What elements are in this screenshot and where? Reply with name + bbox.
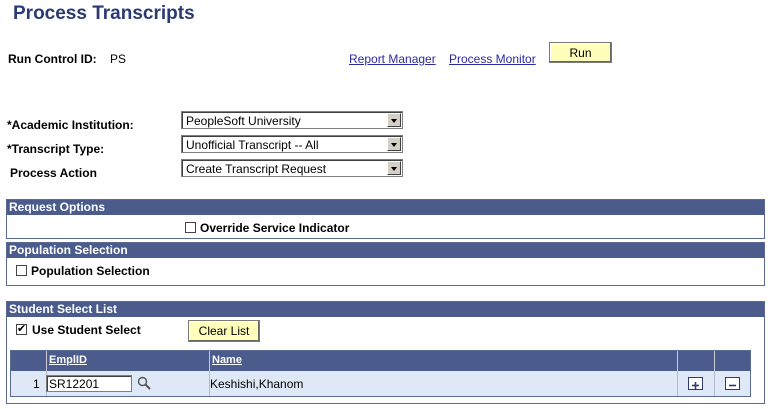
add-column-header — [677, 351, 714, 371]
emplid-column-header[interactable]: EmplID — [46, 351, 209, 371]
minus-icon — [729, 384, 736, 387]
academic-institution-select[interactable]: PeopleSoft University — [181, 111, 403, 129]
chevron-down-icon — [387, 113, 401, 127]
process-action-select[interactable]: Create Transcript Request — [181, 159, 403, 177]
remove-column-header — [714, 351, 751, 371]
academic-institution-label: *Academic Institution: — [7, 118, 134, 132]
grid-header: EmplID Name — [11, 351, 750, 371]
request-options-header: Request Options — [7, 200, 764, 215]
clear-list-button[interactable]: Clear List — [188, 320, 260, 342]
remove-row-button[interactable] — [725, 377, 740, 390]
magnifier-icon[interactable] — [137, 376, 151, 390]
run-button[interactable]: Run — [549, 42, 612, 63]
academic-institution-value: PeopleSoft University — [186, 114, 301, 128]
population-selection-header: Population Selection — [7, 243, 764, 258]
name-column-title: Name — [212, 354, 242, 366]
run-control-value: PS — [110, 52, 127, 66]
emplid-column-title: EmplID — [49, 354, 87, 366]
population-selection-checkbox[interactable] — [16, 265, 27, 276]
process-action-value: Create Transcript Request — [186, 162, 327, 176]
override-service-indicator-checkbox[interactable] — [185, 222, 196, 233]
table-row: 1 Keshishi,Khanom — [11, 371, 750, 396]
transcript-type-value: Unofficial Transcript -- All — [186, 138, 319, 152]
run-control-label: Run Control ID: — [8, 52, 97, 66]
student-name: Keshishi,Khanom — [210, 377, 304, 391]
process-transcripts-page: Process Transcripts Run Control ID: PS R… — [0, 0, 770, 409]
transcript-type-label: *Transcript Type: — [7, 142, 105, 156]
plus-icon — [692, 382, 699, 389]
report-manager-link[interactable]: Report Manager — [349, 52, 436, 66]
student-select-grid: EmplID Name 1 Keshishi,Khanom — [10, 350, 751, 397]
transcript-type-select[interactable]: Unofficial Transcript -- All — [181, 135, 403, 153]
process-monitor-link[interactable]: Process Monitor — [449, 52, 536, 66]
use-student-select-label: Use Student Select — [32, 323, 141, 337]
request-options-section: Request Options — [6, 199, 765, 239]
add-row-button[interactable] — [688, 377, 703, 390]
process-action-label: Process Action — [10, 166, 97, 180]
row-number: 1 — [33, 377, 40, 391]
name-column-header[interactable]: Name — [209, 351, 677, 371]
chevron-down-icon — [387, 161, 401, 175]
page-title: Process Transcripts — [13, 3, 195, 24]
student-select-header: Student Select List — [7, 302, 764, 317]
population-selection-label: Population Selection — [31, 264, 150, 278]
override-service-indicator-label: Override Service Indicator — [200, 221, 350, 235]
emplid-input[interactable] — [46, 375, 132, 392]
chevron-down-icon — [387, 137, 401, 151]
use-student-select-checkbox[interactable] — [16, 322, 27, 335]
